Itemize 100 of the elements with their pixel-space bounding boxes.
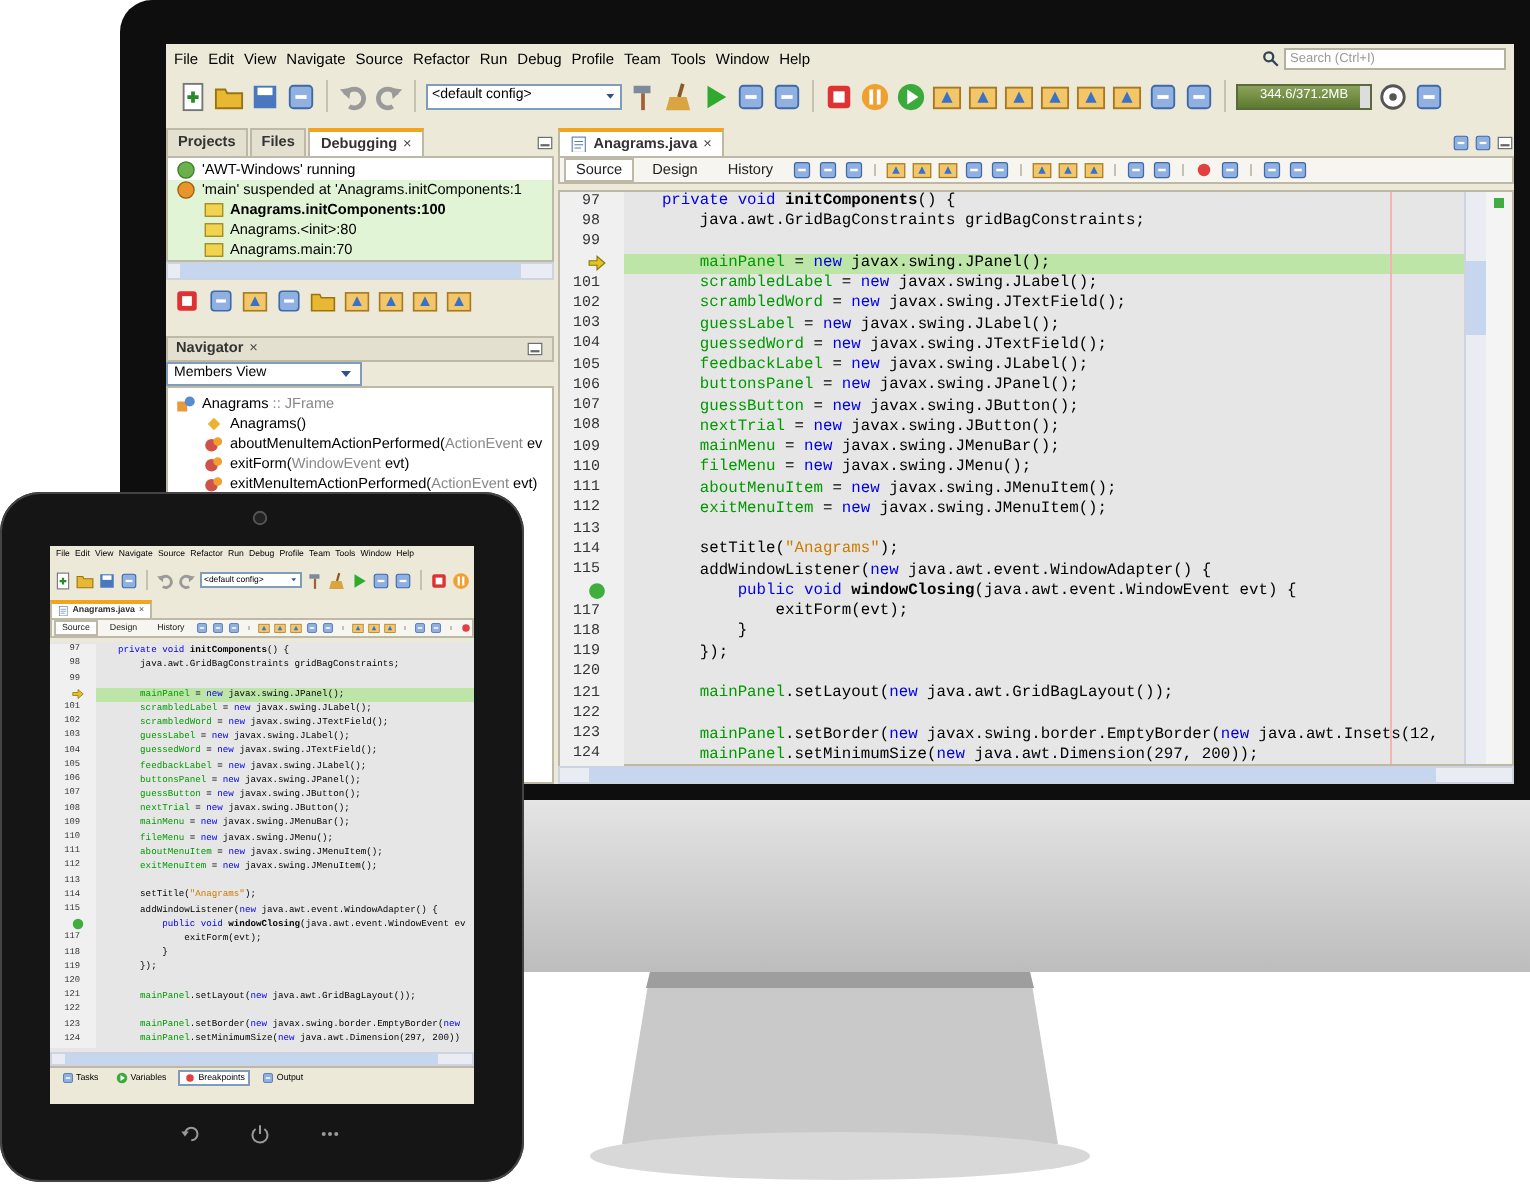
arrow-icon (72, 688, 84, 701)
arrow-box-icon[interactable] (258, 622, 271, 634)
tool-icon[interactable] (322, 622, 335, 634)
arrow-box-icon[interactable] (378, 287, 404, 313)
hammer-icon[interactable] (306, 571, 324, 589)
tool-icon[interactable] (989, 160, 1010, 180)
arrow-box-icon[interactable] (274, 622, 287, 634)
caret-icon (338, 366, 354, 382)
tool-icon[interactable] (1125, 160, 1146, 180)
redo-icon[interactable] (178, 571, 196, 589)
tool-icon[interactable] (228, 622, 241, 634)
method-icon (204, 474, 224, 494)
play-circle-icon[interactable] (896, 81, 926, 111)
power-icon[interactable] (250, 1124, 270, 1144)
arrow-box-icon[interactable] (242, 287, 268, 313)
minimize-icon[interactable] (1496, 133, 1514, 151)
tool-icon[interactable] (963, 160, 984, 180)
tool-icon[interactable] (843, 160, 864, 180)
search-icon[interactable] (1262, 50, 1280, 68)
arrow-box-icon[interactable] (932, 81, 962, 111)
tool-icon[interactable] (817, 160, 838, 180)
breakpoint-icon[interactable] (1193, 160, 1214, 180)
redo-icon[interactable] (374, 81, 404, 111)
minimize-icon[interactable] (526, 340, 544, 358)
arrow-box-icon[interactable] (344, 287, 370, 313)
arrow-box-icon[interactable] (1057, 160, 1078, 180)
arrow-box-icon[interactable] (1031, 160, 1052, 180)
tool-icon[interactable] (1474, 133, 1492, 151)
tool-icon[interactable] (120, 571, 138, 589)
broom-icon[interactable] (664, 81, 694, 111)
horizontal-scrollbar[interactable] (166, 262, 554, 280)
vertical-scrollbar[interactable] (1464, 192, 1486, 764)
horizontal-scrollbar[interactable] (50, 1052, 474, 1066)
stop-icon[interactable] (430, 571, 448, 589)
tool-icon (62, 1071, 74, 1084)
caret-icon (603, 89, 616, 103)
tool-icon[interactable] (1148, 81, 1178, 111)
caret-icon (290, 576, 298, 584)
tool-icon[interactable] (1414, 81, 1444, 111)
arrow-box-icon[interactable] (1004, 81, 1034, 111)
tool-icon[interactable] (1287, 160, 1308, 180)
arrow-box-icon[interactable] (1083, 160, 1104, 180)
document-icon[interactable] (178, 81, 208, 111)
breakpoint-icon[interactable] (460, 622, 473, 634)
file-icon (58, 605, 69, 617)
undo-icon[interactable] (338, 81, 368, 111)
save-icon[interactable] (98, 571, 116, 589)
horizontal-scrollbar[interactable] (558, 766, 1514, 784)
arrow-box-icon[interactable] (968, 81, 998, 111)
overview-mark (1494, 198, 1504, 208)
arrow-box-icon[interactable] (290, 622, 303, 634)
file-icon (570, 135, 588, 153)
tool-icon[interactable] (1261, 160, 1282, 180)
tool-icon[interactable] (394, 571, 412, 589)
stop-icon[interactable] (174, 287, 200, 313)
tool-icon[interactable] (208, 287, 234, 313)
tool-icon[interactable] (1219, 160, 1240, 180)
tool-icon[interactable] (1452, 133, 1470, 151)
play-circle-icon (116, 1071, 129, 1084)
arrow-box-icon[interactable] (1112, 81, 1142, 111)
arrow-box-icon[interactable] (368, 622, 381, 634)
tool-icon[interactable] (772, 81, 802, 111)
tool-icon[interactable] (430, 622, 443, 634)
tool-icon[interactable] (414, 622, 427, 634)
minimize-icon[interactable] (536, 133, 554, 151)
back-icon[interactable] (180, 1124, 200, 1144)
arrow-box-icon[interactable] (352, 622, 365, 634)
arrow-box-icon[interactable] (1076, 81, 1106, 111)
tool-icon[interactable] (1151, 160, 1172, 180)
document-icon[interactable] (54, 571, 72, 589)
arrow-box-icon[interactable] (446, 287, 472, 313)
arrow-box-icon[interactable] (1040, 81, 1070, 111)
save-icon[interactable] (250, 81, 280, 111)
arrow-box-icon[interactable] (911, 160, 932, 180)
arrow-box-icon[interactable] (384, 622, 397, 634)
broom-icon[interactable] (328, 571, 346, 589)
folder-icon[interactable] (76, 571, 94, 589)
arrow-icon (588, 254, 606, 273)
tool-icon[interactable] (372, 571, 390, 589)
arrow-box-icon[interactable] (412, 287, 438, 313)
tool-icon[interactable] (286, 81, 316, 111)
arrow-box-icon[interactable] (885, 160, 906, 180)
tool-icon[interactable] (736, 81, 766, 111)
tool-icon (262, 1071, 275, 1084)
tool-icon[interactable] (1184, 81, 1214, 111)
breakpoint-icon (184, 1071, 197, 1084)
method-icon (204, 434, 224, 454)
tool-icon[interactable] (212, 622, 225, 634)
class-icon (176, 394, 196, 414)
arrow-box-icon[interactable] (937, 160, 958, 180)
tool-icon[interactable] (791, 160, 812, 180)
tool-icon[interactable] (276, 287, 302, 313)
method-icon (204, 454, 224, 474)
play-icon[interactable] (350, 571, 368, 589)
constructor-icon (204, 414, 224, 434)
stop-icon[interactable] (824, 81, 854, 111)
tool-icon[interactable] (306, 622, 319, 634)
target-icon[interactable] (1378, 81, 1408, 111)
tool-icon[interactable] (196, 622, 209, 634)
undo-icon[interactable] (156, 571, 174, 589)
